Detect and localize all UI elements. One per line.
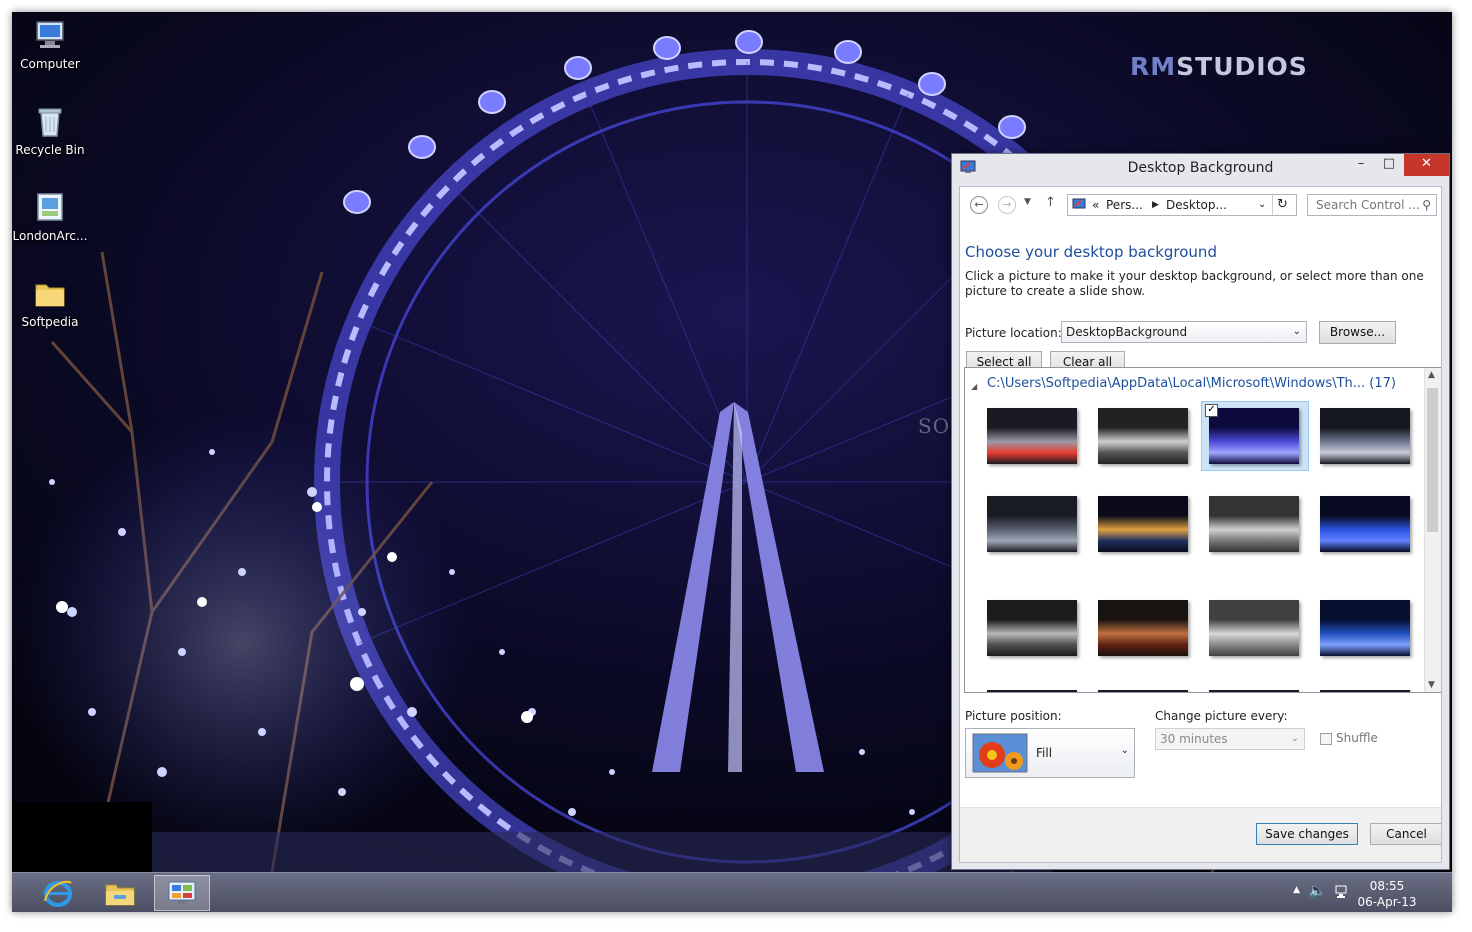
taskbar-clock[interactable]: 08:55 06-Apr-13 <box>1352 878 1422 910</box>
picture-location-dropdown[interactable]: DesktopBackground ⌄ <box>1061 321 1307 343</box>
picture-location-value: DesktopBackground <box>1066 325 1188 339</box>
maximize-button[interactable]: □ <box>1375 154 1403 176</box>
volume-icon[interactable]: 🔈 <box>1309 883 1326 899</box>
chevron-down-icon: ⌄ <box>1120 745 1129 756</box>
show-hidden-icons-icon[interactable]: ▲ <box>1293 885 1300 895</box>
network-icon[interactable] <box>1334 884 1350 900</box>
desktop-background-window: Desktop Background – □ ✕ ← → ▼ ↑ « Pers.… <box>951 153 1450 870</box>
taskbar: ▲ 🔈 08:55 06-Apr-13 <box>12 872 1452 912</box>
selected-checkbox-icon[interactable]: ✓ <box>1205 404 1218 417</box>
gallery-group-header[interactable]: C:\Users\Softpedia\AppData\Local\Microso… <box>987 376 1396 391</box>
picture-position-value: Fill <box>1036 746 1053 760</box>
navigation-bar: ← → ▼ ↑ « Pers... ▶ Desktop... ⌄ ↻ Searc… <box>960 187 1441 223</box>
breadcrumb-personalization[interactable]: Pers... <box>1106 195 1143 215</box>
search-placeholder: Search Control ... <box>1316 198 1420 212</box>
desktop-icon-softpedia[interactable]: Softpedia <box>12 276 88 329</box>
window-titlebar[interactable]: Desktop Background – □ ✕ <box>952 154 1449 184</box>
change-interval-dropdown[interactable]: 30 minutes ⌄ <box>1155 728 1305 750</box>
folder-icon <box>35 284 65 307</box>
chevron-down-icon: ⌄ <box>1292 326 1301 337</box>
thumb-bridge-night[interactable] <box>1320 408 1410 464</box>
thumb-buckingham[interactable] <box>987 600 1077 656</box>
thumb-partial-row[interactable] <box>1209 690 1299 692</box>
thumb-big-ben[interactable] <box>1098 408 1188 464</box>
minimize-button[interactable]: – <box>1347 154 1375 176</box>
gallery-scrollbar[interactable]: ▲ ▼ <box>1424 368 1441 692</box>
thumb-admiralty-arch[interactable] <box>1209 496 1299 552</box>
up-arrow-icon[interactable]: ↑ <box>1045 195 1056 210</box>
search-input[interactable]: Search Control ... ⚲ <box>1307 194 1437 216</box>
shuffle-checkbox[interactable] <box>1320 733 1332 745</box>
desktop-icon-computer[interactable]: Computer <box>12 18 88 71</box>
thumb-blue-eye[interactable] <box>1320 496 1410 552</box>
thumb-canary-wharf[interactable] <box>987 496 1077 552</box>
save-changes-button[interactable]: Save changes <box>1256 823 1358 845</box>
address-bar[interactable]: « Pers... ▶ Desktop... ⌄ ↻ <box>1067 194 1297 216</box>
picture-gallery: ◢ C:\Users\Softpedia\AppData\Local\Micro… <box>964 367 1441 693</box>
forward-arrow-icon[interactable]: → <box>998 196 1016 214</box>
desktop-icon-label: Recycle Bin <box>15 143 85 157</box>
address-root[interactable]: « <box>1092 195 1099 215</box>
computer-icon <box>36 21 64 48</box>
breadcrumb-desktop-background[interactable]: Desktop... <box>1166 195 1227 215</box>
shuffle-label: Shuffle <box>1336 731 1378 745</box>
brand-watermark: RMSTUDIOS <box>1130 52 1308 81</box>
change-interval-value: 30 minutes <box>1160 732 1228 746</box>
fill-position-preview-icon <box>972 733 1028 773</box>
desktop-icon-label: Softpedia <box>21 315 79 329</box>
control-panel-icon <box>1072 198 1086 209</box>
browse-button[interactable]: Browse... <box>1319 321 1396 344</box>
desktop-screen: RMSTUDIOS SOFTPEDIA Computer Recycle Bin… <box>12 12 1452 912</box>
window-client-area: ← → ▼ ↑ « Pers... ▶ Desktop... ⌄ ↻ Searc… <box>959 186 1442 863</box>
taskbar-control-panel[interactable] <box>154 875 210 911</box>
taskbar-internet-explorer[interactable] <box>30 875 86 911</box>
picture-position-dropdown[interactable]: Fill ⌄ <box>965 728 1135 778</box>
thumb-tower-bridge[interactable] <box>987 408 1077 464</box>
window-footer: Save changes Cancel <box>960 807 1441 862</box>
page-description: Click a picture to make it your desktop … <box>965 269 1424 298</box>
group-collapse-icon[interactable]: ◢ <box>971 382 977 391</box>
thumb-london-eye[interactable] <box>1209 408 1299 464</box>
scroll-up-icon[interactable]: ▲ <box>1428 370 1435 380</box>
breadcrumb-separator-icon: ▶ <box>1152 200 1159 210</box>
close-button[interactable]: ✕ <box>1404 154 1449 176</box>
desktop-icon-label: Computer <box>20 57 80 71</box>
desktop-icon-recycle-bin[interactable]: Recycle Bin <box>12 104 88 157</box>
thumb-thames-bw[interactable] <box>1209 600 1299 656</box>
taskbar-file-explorer[interactable] <box>92 875 148 911</box>
file-explorer-icon <box>105 884 135 906</box>
change-picture-every-label: Change picture every: <box>1155 709 1288 723</box>
search-icon[interactable]: ⚲ <box>1422 195 1431 215</box>
picture-position-label: Picture position: <box>965 709 1062 723</box>
thumb-partial-row[interactable] <box>1320 690 1410 692</box>
back-arrow-icon[interactable]: ← <box>970 196 988 214</box>
chevron-down-icon: ⌄ <box>1290 733 1299 744</box>
address-dropdown-icon[interactable]: ⌄ <box>1258 195 1266 215</box>
recent-pages-chevron-icon[interactable]: ▼ <box>1024 197 1031 207</box>
thumb-partial-row[interactable] <box>1098 690 1188 692</box>
cancel-button[interactable]: Cancel <box>1370 823 1441 845</box>
scrollbar-thumb[interactable] <box>1427 388 1438 532</box>
clock-time: 08:55 <box>1369 879 1405 893</box>
clock-date: 06-Apr-13 <box>1357 895 1417 909</box>
thumb-st-pauls[interactable] <box>1320 600 1410 656</box>
thumb-city-street[interactable] <box>1098 600 1188 656</box>
scroll-down-icon[interactable]: ▼ <box>1428 680 1435 690</box>
picture-location-label: Picture location: <box>965 326 1062 340</box>
internet-explorer-icon <box>44 880 72 907</box>
desktop-icon-label: LondonArc... <box>12 229 88 243</box>
control-panel-icon <box>168 881 196 904</box>
thumb-partial-row[interactable] <box>987 690 1077 692</box>
theme-file-icon <box>37 193 63 221</box>
thumb-river-lights[interactable] <box>1098 496 1188 552</box>
page-heading: Choose your desktop background <box>965 243 1217 261</box>
refresh-icon[interactable]: ↻ <box>1272 195 1288 215</box>
recycle-bin-icon <box>38 108 62 137</box>
desktop-icon-londonarc[interactable]: LondonArc... <box>12 190 88 243</box>
